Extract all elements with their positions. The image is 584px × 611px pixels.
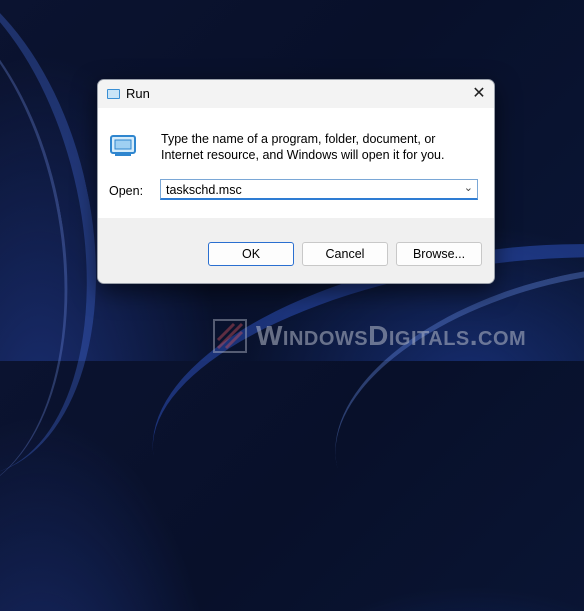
button-bar: OK Cancel Browse... [98,218,494,283]
cancel-button[interactable]: Cancel [302,242,388,266]
title-bar[interactable]: Run ✕ [98,80,494,108]
run-dialog: Run ✕ Type the name of a program, folder… [97,79,495,284]
watermark-logo [213,319,247,353]
open-label: Open: [109,184,144,198]
chevron-down-icon[interactable]: ⌄ [464,181,473,194]
run-app-icon [107,89,120,99]
dialog-body: Type the name of a program, folder, docu… [98,108,494,218]
open-combobox[interactable]: taskschd.msc ⌄ [160,179,478,200]
watermark: WindowsDigitals.com [212,318,526,354]
open-input[interactable]: taskschd.msc [166,183,242,197]
dialog-description: Type the name of a program, folder, docu… [161,132,445,162]
close-icon[interactable]: ✕ [464,80,494,108]
run-program-icon [110,135,136,156]
ok-button[interactable]: OK [208,242,294,266]
watermark-text: WindowsDigitals.com [256,320,527,351]
browse-button[interactable]: Browse... [396,242,482,266]
dialog-title: Run [126,86,150,101]
